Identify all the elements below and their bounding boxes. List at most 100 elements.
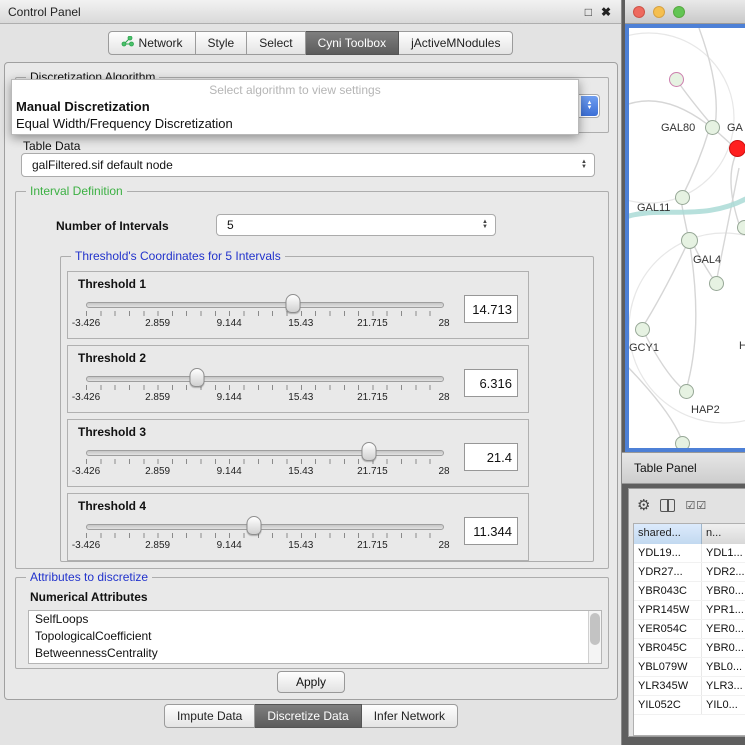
table-cell[interactable]: YDL19... — [634, 544, 702, 562]
network-node[interactable] — [681, 232, 698, 249]
slider-thumb[interactable] — [361, 442, 376, 461]
network-node[interactable] — [679, 384, 694, 399]
network-node[interactable] — [675, 436, 690, 451]
table-row[interactable]: YDL19... YDL1... — [634, 544, 745, 563]
number-of-intervals-combobox[interactable]: 5 ▲▼ — [216, 214, 496, 236]
combo-stepper-icon[interactable]: ▲▼ — [581, 96, 598, 116]
select-columns-icon[interactable]: ☑☑ — [685, 499, 707, 512]
network-node[interactable] — [675, 190, 690, 205]
table-cell[interactable]: YER054C — [634, 620, 702, 638]
slider-thumb[interactable] — [247, 516, 262, 535]
apply-button[interactable]: Apply — [277, 671, 345, 693]
table-cell[interactable]: YER0... — [702, 620, 745, 638]
tick-label: -3.426 — [72, 540, 100, 551]
threshold-4-slider[interactable]: -3.426 2.859 9.144 15.43 21.715 28 — [82, 515, 448, 555]
threshold-4-value-field[interactable]: 11.344 — [464, 517, 518, 545]
tab-network[interactable]: Network — [108, 31, 196, 55]
table-data-combobox[interactable]: galFiltered.sif default node ▲▼ — [21, 153, 595, 177]
table-row[interactable]: YBR043C YBR0... — [634, 582, 745, 601]
threshold-4-label: Threshold 4 — [78, 499, 518, 513]
columns-icon[interactable] — [660, 499, 675, 512]
table-row[interactable]: YBL079W YBL0... — [634, 658, 745, 677]
table-cell[interactable]: YDL1... — [702, 544, 745, 562]
table-cell[interactable]: YBR0... — [702, 639, 745, 657]
network-node[interactable] — [669, 72, 684, 87]
network-node-label: HAP2 — [691, 404, 720, 416]
tab-impute-data-label: Impute Data — [177, 709, 242, 723]
table-cell[interactable]: YPR1... — [702, 601, 745, 619]
table-row[interactable]: YLR345W YLR3... — [634, 677, 745, 696]
algorithm-option-equal-width[interactable]: Equal Width/Frequency Discretization — [12, 115, 578, 132]
combo-stepper-icon[interactable]: ▲▼ — [482, 220, 488, 230]
table-cell[interactable]: YPR145W — [634, 601, 702, 619]
tick-label: 15.43 — [288, 466, 313, 477]
threshold-1-value-field[interactable]: 14.713 — [464, 295, 518, 323]
threshold-3-panel: Threshold 3 -3.426 2.859 9.144 15.43 — [67, 419, 529, 487]
table-cell[interactable]: YBR045C — [634, 639, 702, 657]
column-header-shared-name[interactable]: shared... — [634, 524, 702, 544]
table-cell[interactable]: YBL0... — [702, 658, 745, 676]
interval-definition-group: Interval Definition Number of Intervals … — [15, 191, 609, 569]
numerical-attributes-list[interactable]: SelfLoops TopologicalCoefficient Between… — [28, 610, 602, 664]
table-cell[interactable]: YBR0... — [702, 582, 745, 600]
tab-discretize-data[interactable]: Discretize Data — [255, 704, 361, 728]
tab-select[interactable]: Select — [247, 31, 305, 55]
minimize-traffic-light-icon[interactable] — [653, 6, 665, 18]
tab-cyni-toolbox[interactable]: Cyni Toolbox — [306, 31, 399, 55]
slider-thumb[interactable] — [285, 294, 300, 313]
table-cell[interactable]: YLR345W — [634, 677, 702, 695]
table-row[interactable]: YDR27... YDR2... — [634, 563, 745, 582]
list-item[interactable]: SelfLoops — [29, 611, 601, 628]
tick-label: 2.859 — [145, 392, 170, 403]
list-item[interactable]: BetweennessCentrality — [29, 645, 601, 662]
scrollbar-thumb[interactable] — [590, 613, 600, 645]
network-node[interactable] — [635, 322, 650, 337]
table-row[interactable]: YER054C YER0... — [634, 620, 745, 639]
network-node-selected[interactable] — [729, 140, 745, 157]
tick-label: 21.715 — [357, 540, 388, 551]
float-window-icon[interactable]: □ — [585, 5, 592, 19]
network-node[interactable] — [737, 220, 745, 235]
slider-thumb[interactable] — [189, 368, 204, 387]
table-row[interactable]: YPR145W YPR1... — [634, 601, 745, 620]
table-cell[interactable]: YDR27... — [634, 563, 702, 581]
threshold-3-value-field[interactable]: 21.4 — [464, 443, 518, 471]
column-header-name[interactable]: n... — [702, 524, 745, 544]
table-panel-header[interactable]: Table Panel — [622, 452, 745, 484]
threshold-2-slider[interactable]: -3.426 2.859 9.144 15.43 21.715 28 — [82, 367, 448, 407]
table-cell[interactable]: YIL052C — [634, 696, 702, 714]
threshold-1-slider[interactable]: -3.426 2.859 9.144 15.43 21.715 28 — [82, 293, 448, 333]
top-tab-segments: Network Style Select Cyni Toolbox jActiv… — [108, 31, 514, 55]
tab-jactivemnodules[interactable]: jActiveMNodules — [399, 31, 513, 55]
tab-style[interactable]: Style — [196, 31, 248, 55]
algorithm-placeholder: Select algorithm to view settings — [12, 80, 578, 98]
combo-stepper-icon[interactable]: ▲▼ — [581, 160, 587, 170]
close-traffic-light-icon[interactable] — [633, 6, 645, 18]
slider-tick-labels: -3.426 2.859 9.144 15.43 21.715 28 — [86, 392, 444, 404]
tick-label: -3.426 — [72, 318, 100, 329]
close-icon[interactable]: ✖ — [601, 5, 611, 19]
tab-impute-data[interactable]: Impute Data — [164, 704, 255, 728]
attributes-group-title: Attributes to discretize — [26, 570, 152, 584]
table-cell[interactable]: YLR3... — [702, 677, 745, 695]
list-item[interactable]: TopologicalCoefficient — [29, 628, 601, 645]
tab-infer-network[interactable]: Infer Network — [362, 704, 458, 728]
network-node[interactable] — [705, 120, 720, 135]
table-panel-title: Table Panel — [634, 461, 697, 475]
network-node[interactable] — [709, 276, 724, 291]
table-cell[interactable]: YDR2... — [702, 563, 745, 581]
network-canvas[interactable]: GAL80 GA GAL11 GAL4 GCY1 H HAP2 — [625, 24, 745, 452]
threshold-2-value-field[interactable]: 6.316 — [464, 369, 518, 397]
algorithm-option-manual[interactable]: Manual Discretization — [12, 98, 578, 115]
table-cell[interactable]: YBR043C — [634, 582, 702, 600]
tick-label: 21.715 — [357, 318, 388, 329]
table-cell[interactable]: YIL0... — [702, 696, 745, 714]
table-cell[interactable]: YBL079W — [634, 658, 702, 676]
network-view-window: GAL80 GA GAL11 GAL4 GCY1 H HAP2 — [625, 0, 745, 452]
gear-icon[interactable]: ⚙ — [637, 496, 650, 514]
zoom-traffic-light-icon[interactable] — [673, 6, 685, 18]
table-row[interactable]: YBR045C YBR0... — [634, 639, 745, 658]
list-scrollbar[interactable] — [588, 611, 601, 663]
table-row[interactable]: YIL052C YIL0... — [634, 696, 745, 715]
threshold-3-slider[interactable]: -3.426 2.859 9.144 15.43 21.715 28 — [82, 441, 448, 481]
